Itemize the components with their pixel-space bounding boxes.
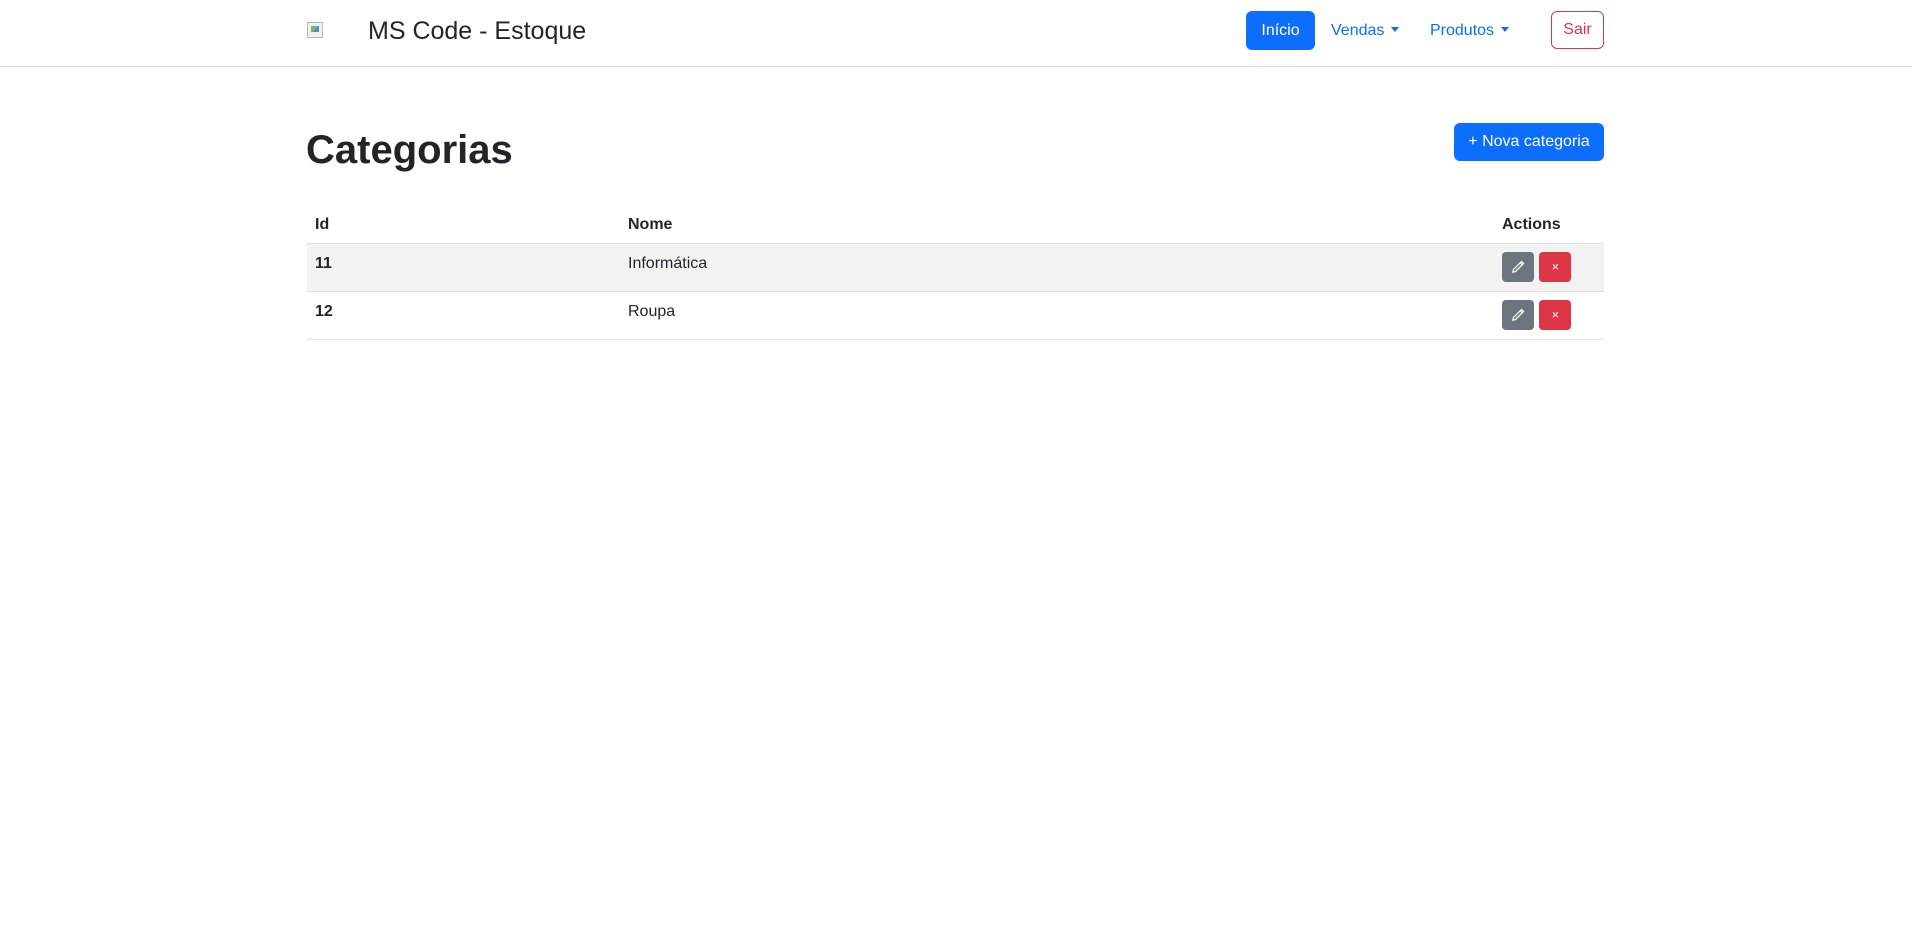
close-icon: ×: [1551, 307, 1560, 322]
cell-actions: ×: [1494, 243, 1604, 292]
pencil-icon: [1512, 260, 1525, 273]
page-title: Categorias: [306, 128, 513, 172]
header-actions: Actions: [1494, 207, 1604, 244]
delete-button[interactable]: ×: [1539, 300, 1572, 330]
cell-actions: ×: [1494, 291, 1604, 340]
cell-nome: Roupa: [620, 291, 1494, 340]
category-name: Roupa: [628, 303, 676, 320]
caret-down-icon: [1501, 27, 1510, 32]
cell-nome: Informática: [620, 243, 1494, 292]
cell-id: 12: [307, 291, 620, 340]
caret-down-icon: [1391, 27, 1400, 32]
category-id: 11: [315, 255, 332, 272]
category-name: Informática: [628, 255, 708, 272]
brand-title[interactable]: MS Code - Estoque: [368, 16, 586, 46]
produtos-dropdown-label: Produtos: [1430, 22, 1495, 39]
header-id: Id: [307, 207, 620, 244]
produtos-dropdown[interactable]: Produtos: [1430, 11, 1510, 50]
table-row: 11 Informática ×: [307, 243, 1604, 292]
cell-id: 11: [307, 243, 620, 292]
home-button[interactable]: Início: [1246, 11, 1315, 50]
vendas-dropdown[interactable]: Vendas: [1331, 11, 1400, 50]
categories-table: Id Nome Actions 11 Informática × 12 Roup…: [307, 207, 1604, 340]
header-nome: Nome: [620, 207, 1494, 244]
new-category-button[interactable]: + Nova categoria: [1454, 123, 1604, 161]
pencil-icon: [1512, 308, 1525, 321]
close-icon: ×: [1551, 259, 1560, 274]
delete-button[interactable]: ×: [1539, 252, 1572, 282]
broken-image-icon[interactable]: [307, 22, 323, 38]
category-id: 12: [315, 303, 333, 320]
edit-button[interactable]: [1502, 300, 1534, 330]
logout-button[interactable]: Sair: [1551, 11, 1604, 49]
navbar: MS Code - Estoque Início Vendas Produtos…: [0, 0, 1912, 67]
table-row: 12 Roupa ×: [307, 291, 1604, 340]
vendas-dropdown-label: Vendas: [1331, 22, 1385, 39]
table-header-row: Id Nome Actions: [307, 207, 1604, 244]
edit-button[interactable]: [1502, 252, 1534, 282]
